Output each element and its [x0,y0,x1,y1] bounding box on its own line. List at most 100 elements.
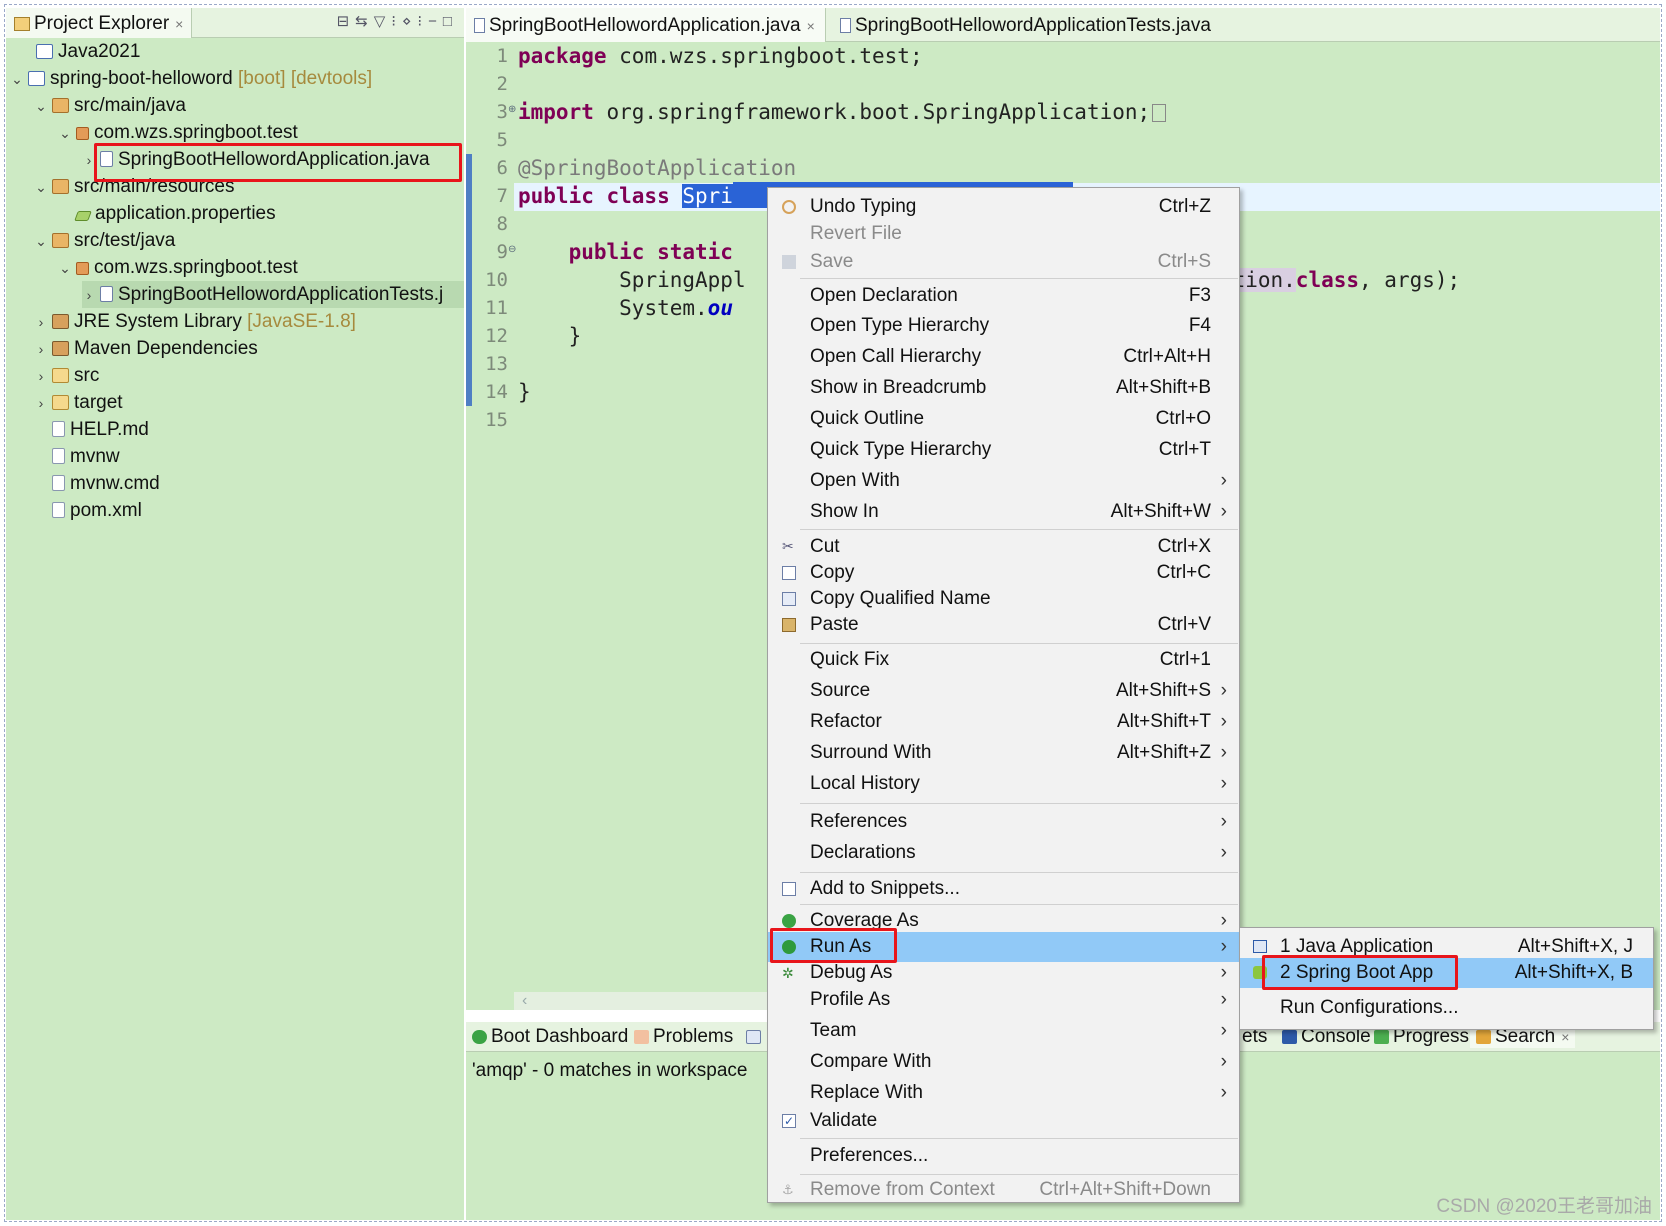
package-icon [76,262,89,275]
project-icon [36,44,53,59]
tree-item[interactable]: mvnw [48,443,120,470]
copy-qualified-icon [782,592,796,606]
line-number: 11 [485,297,508,319]
close-icon[interactable]: × [1561,1029,1569,1045]
menu-item-shortcut: Alt+Shift+S [1115,680,1211,701]
fold-collapse-icon[interactable]: ⊖ [508,244,516,255]
menu-item-label: Open With [810,470,900,491]
close-icon[interactable]: × [807,18,815,34]
menu-item-revert-file[interactable]: Revert File [768,219,1239,249]
line-number: 5 [496,129,508,151]
menu-item-save[interactable]: Save Ctrl+S [768,247,1239,277]
menu-item-remove-from-context[interactable]: ⚓ Remove from Context Ctrl+Alt+Shift+Down [768,1175,1239,1205]
menu-item-shortcut: Ctrl+V [1157,614,1211,635]
menu-item-open-type-hierarchy[interactable]: Open Type Hierarchy F4 [768,311,1239,341]
tree-item[interactable]: › Maven Dependencies [34,335,258,362]
tree-item[interactable]: HELP.md [48,416,149,443]
menu-item-show-in-breadcrumb[interactable]: Show in Breadcrumb Alt+Shift+B [768,373,1239,403]
menu-item-validate[interactable]: ✓ Validate [768,1106,1239,1136]
tree-item[interactable]: mvnw.cmd [48,470,160,497]
highlight-box-application-file [94,143,462,182]
tree-item[interactable]: ⌄ com.wzs.springboot.test [58,119,298,146]
menu-item-team[interactable]: Team › [768,1016,1239,1046]
chevron-right-icon: › [1220,842,1227,863]
menu-item-open-with[interactable]: Open With › [768,466,1239,496]
line-number: 13 [485,353,508,375]
menu-item-open-call-hierarchy[interactable]: Open Call Hierarchy Ctrl+Alt+H [768,342,1239,372]
menu-item-undo-typing[interactable]: Undo Typing Ctrl+Z [768,192,1239,222]
chevron-down-icon[interactable]: ⌄ [58,120,72,147]
project-icon [28,71,45,86]
save-icon [782,255,796,269]
menu-item-surround-with[interactable]: Surround With Alt+Shift+Z › [768,738,1239,768]
menu-separator [800,643,1238,644]
menu-item-source[interactable]: Source Alt+Shift+S › [768,676,1239,706]
close-icon[interactable]: × [175,16,183,32]
tab-application-java[interactable]: SpringBootHellowordApplication.java × [466,8,826,42]
menu-item-quick-outline[interactable]: Quick Outline Ctrl+O [768,404,1239,434]
tree-item-label: com.wzs.springboot.test [94,122,298,143]
menu-item-replace-with[interactable]: Replace With › [768,1078,1239,1108]
menu-item-local-history[interactable]: Local History › [768,769,1239,799]
selected-text: Spri [682,184,733,208]
tree-item[interactable]: pom.xml [48,497,142,524]
submenu-item-run-configurations[interactable]: Run Configurations... [1240,993,1653,1023]
menu-item-label: Open Call Hierarchy [810,346,982,367]
snippet-icon [782,882,796,896]
tree-item[interactable]: › src [34,362,100,390]
collapsed-imports-icon[interactable] [1152,104,1167,122]
menu-item-references[interactable]: References › [768,807,1239,837]
chevron-right-icon[interactable]: › [34,336,48,363]
tree-item[interactable]: › target [34,389,123,416]
tab-problems[interactable]: Problems [634,1026,733,1048]
tree-item[interactable]: › SpringBootHellowordApplicationTests.j [82,281,464,308]
menu-item-declarations[interactable]: Declarations › [768,838,1239,868]
chevron-right-icon[interactable]: › [34,309,48,336]
menu-item-shortcut: Ctrl+Alt+H [1123,346,1211,367]
menu-item-quick-fix[interactable]: Quick Fix Ctrl+1 [768,645,1239,675]
code-line: SpringAppl [518,266,745,294]
chevron-down-icon[interactable]: ⌄ [58,255,72,282]
code-field: ou [707,296,733,320]
menu-separator [800,872,1238,873]
chevron-right-icon[interactable]: › [34,363,48,390]
tree-item[interactable]: ⌄ src/main/java [34,92,186,119]
chevron-down-icon[interactable]: ⌄ [34,228,48,255]
menu-item-quick-type-hierarchy[interactable]: Quick Type Hierarchy Ctrl+T [768,435,1239,465]
tree-item[interactable]: application.properties [72,200,276,227]
fold-expand-icon[interactable]: ⊕ [508,104,516,115]
menu-item-paste[interactable]: Paste Ctrl+V [768,610,1239,640]
tab-boot-dashboard[interactable]: Boot Dashboard [472,1026,628,1048]
tree-item-label: HELP.md [70,419,149,440]
menu-item-label: Quick Outline [810,408,925,429]
chevron-right-icon[interactable]: › [34,390,48,417]
tab-overflow[interactable] [746,1026,765,1048]
menu-item-compare-with[interactable]: Compare With › [768,1047,1239,1077]
tab-application-tests-java[interactable]: SpringBootHellowordApplicationTests.java [832,8,1221,42]
menu-item-show-in[interactable]: Show In Alt+Shift+W › [768,497,1239,527]
editor-tabbar: SpringBootHellowordApplication.java × Spr… [466,8,1660,42]
code-keyword: import [518,100,594,124]
chevron-down-icon[interactable]: ⌄ [10,66,24,93]
code-text: , args); [1359,268,1461,292]
tab-project-explorer[interactable]: Project Explorer × [6,8,193,38]
tree-item[interactable]: › JRE System Library [JavaSE-1.8] [34,308,356,335]
view-toolbar-icons[interactable]: ⊟⇆▽⁝⋄⁝−□ [337,12,458,30]
chevron-down-icon[interactable]: ⌄ [34,174,48,201]
java-file-icon [100,286,113,302]
tree-item[interactable]: ⌄ spring-boot-helloword [boot] [devtools] [10,65,372,92]
menu-item-add-to-snippets[interactable]: Add to Snippets... [768,874,1239,904]
tree-item[interactable]: Java2021 [32,38,140,65]
menu-item-label: Revert File [810,223,902,244]
tree-item[interactable]: ⌄ src/test/java [34,227,175,254]
menu-item-refactor[interactable]: Refactor Alt+Shift+T › [768,707,1239,737]
menu-item-label: Surround With [810,742,932,763]
menu-item-preferences[interactable]: Preferences... [768,1141,1239,1171]
menu-item-profile-as[interactable]: Profile As › [768,985,1239,1015]
menu-separator [800,904,1238,905]
menu-item-open-declaration[interactable]: Open Declaration F3 [768,281,1239,311]
chevron-right-icon[interactable]: › [82,282,96,308]
tree-item[interactable]: ⌄ com.wzs.springboot.test [58,254,298,281]
code-annotation: @SpringBootApplication [518,156,797,180]
chevron-down-icon[interactable]: ⌄ [34,93,48,120]
